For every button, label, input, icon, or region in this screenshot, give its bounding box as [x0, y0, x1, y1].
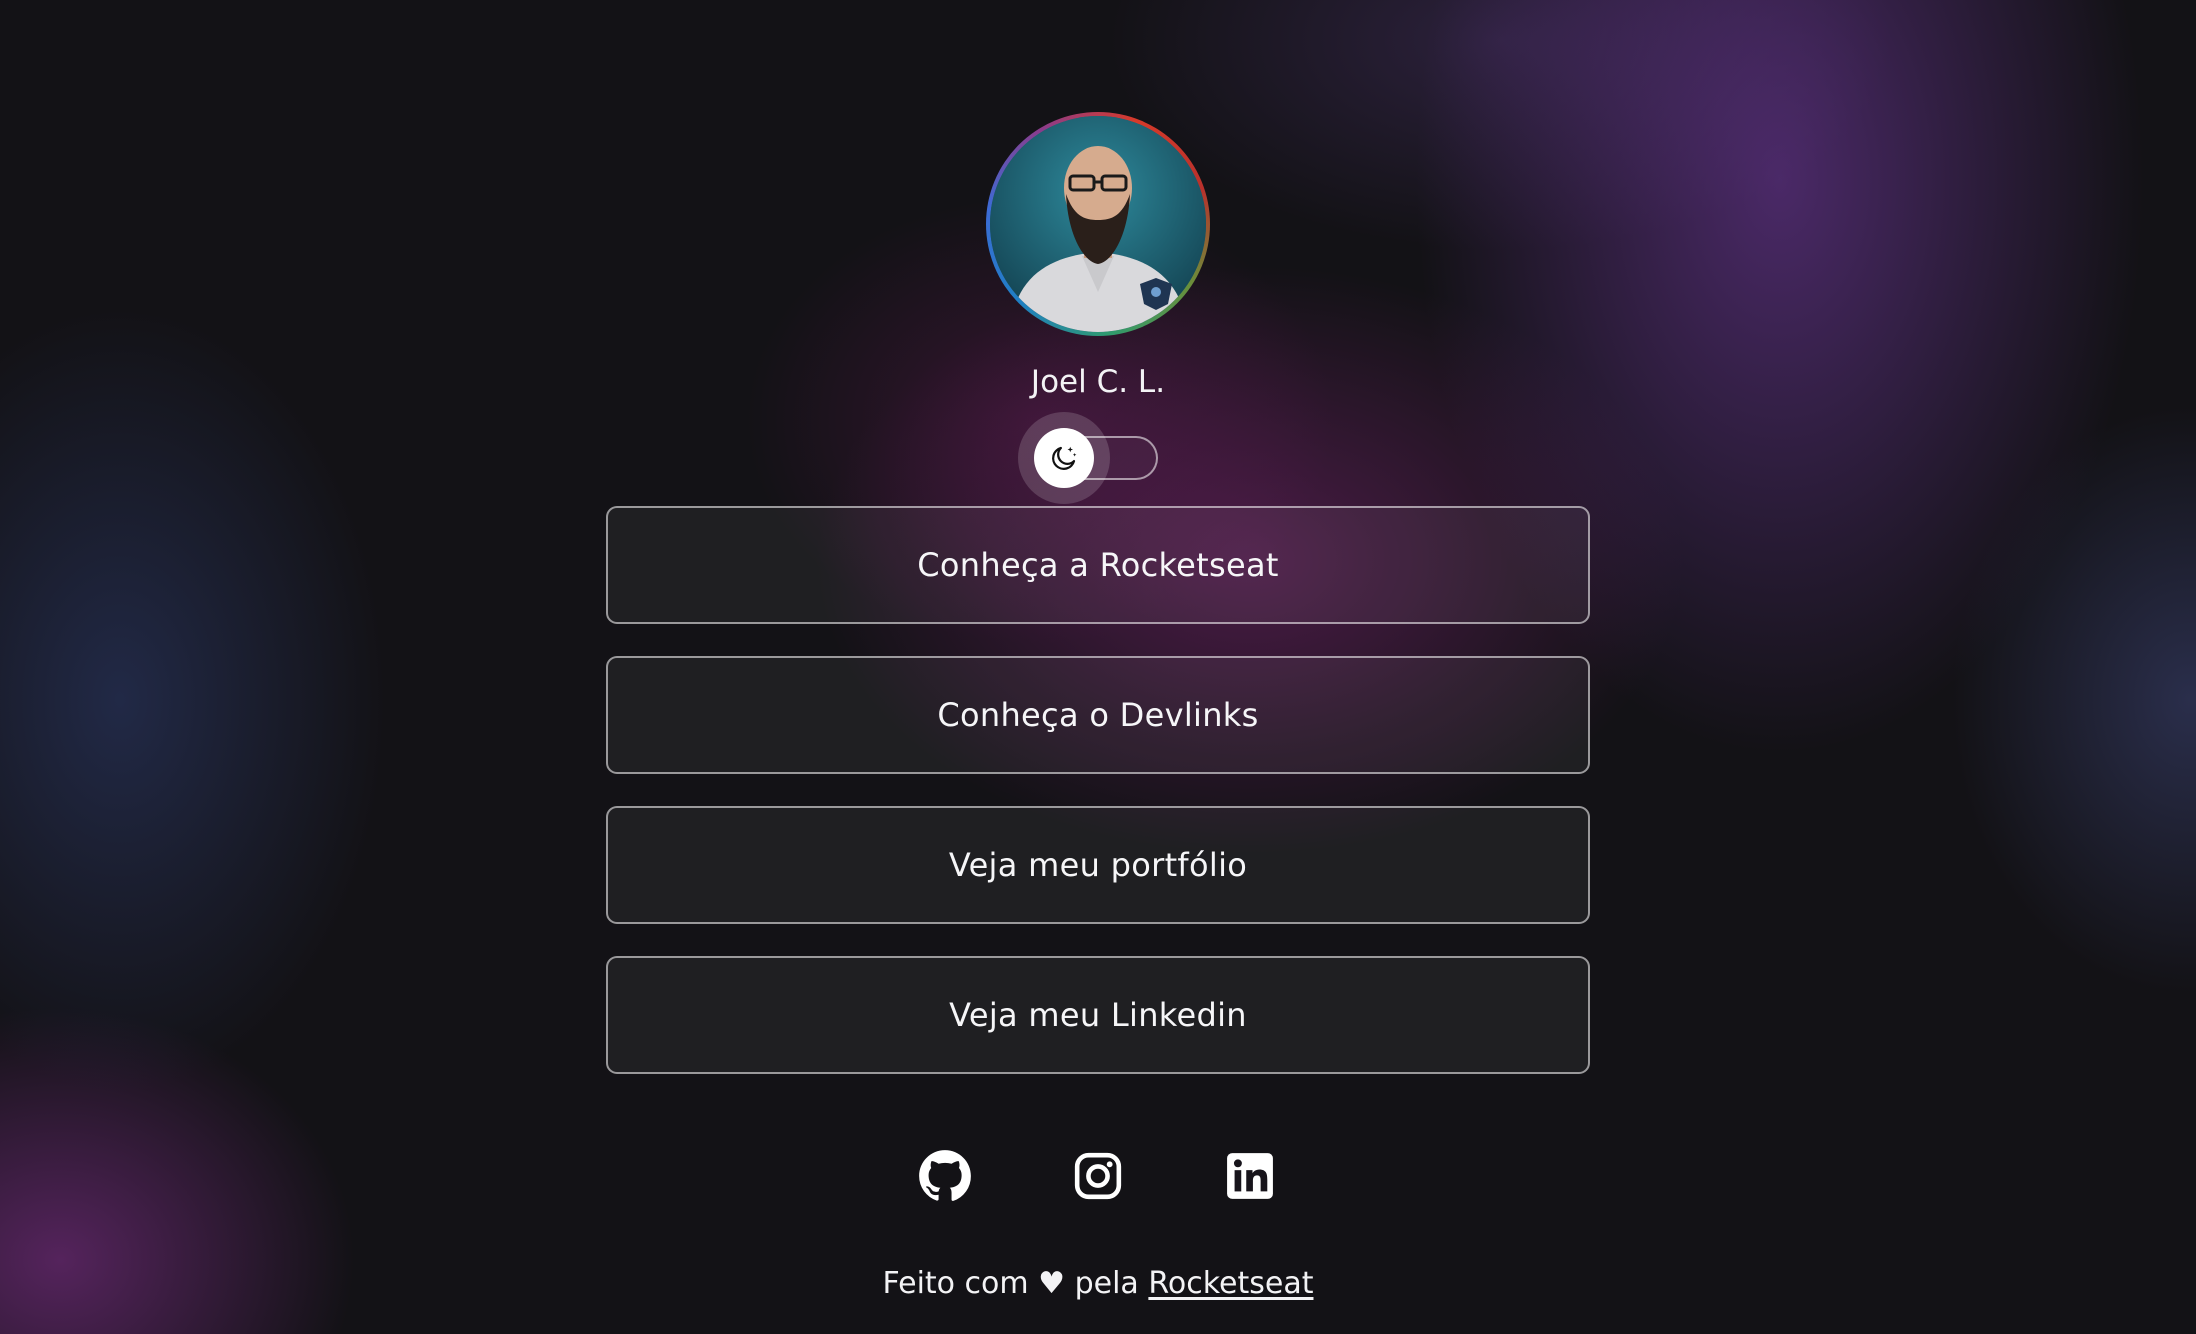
github-icon — [919, 1150, 971, 1201]
moon-stars-icon — [1052, 446, 1077, 470]
footer: Feito com ♥ pela Rocketseat — [698, 1266, 1498, 1301]
github-link[interactable] — [915, 1146, 975, 1206]
link-portfolio-button[interactable]: Veja meu portfólio — [606, 806, 1590, 924]
links-list: Conheça a Rocketseat Conheça o Devlinks … — [606, 506, 1590, 1106]
theme-switch[interactable] — [1018, 410, 1162, 506]
avatar — [990, 116, 1206, 332]
switch-knob[interactable] — [1034, 428, 1094, 488]
instagram-icon — [1074, 1152, 1122, 1200]
linkedin-link[interactable] — [1220, 1146, 1280, 1206]
footer-rocketseat-link[interactable]: Rocketseat — [1148, 1266, 1313, 1301]
social-links — [898, 1146, 1298, 1210]
page: Joel C. L. Conheça a Rocketseat Conheça … — [0, 0, 2196, 1334]
profile-photo — [990, 116, 1206, 332]
instagram-link[interactable] — [1068, 1146, 1128, 1206]
profile-name: Joel C. L. — [1030, 364, 1166, 400]
footer-text: Feito com ♥ pela — [882, 1266, 1139, 1301]
profile-avatar-ring — [986, 112, 1210, 336]
link-devlinks-button[interactable]: Conheça o Devlinks — [606, 656, 1590, 774]
link-rocketseat-button[interactable]: Conheça a Rocketseat — [606, 506, 1590, 624]
link-linkedin-button[interactable]: Veja meu Linkedin — [606, 956, 1590, 1074]
linkedin-icon — [1227, 1153, 1273, 1199]
